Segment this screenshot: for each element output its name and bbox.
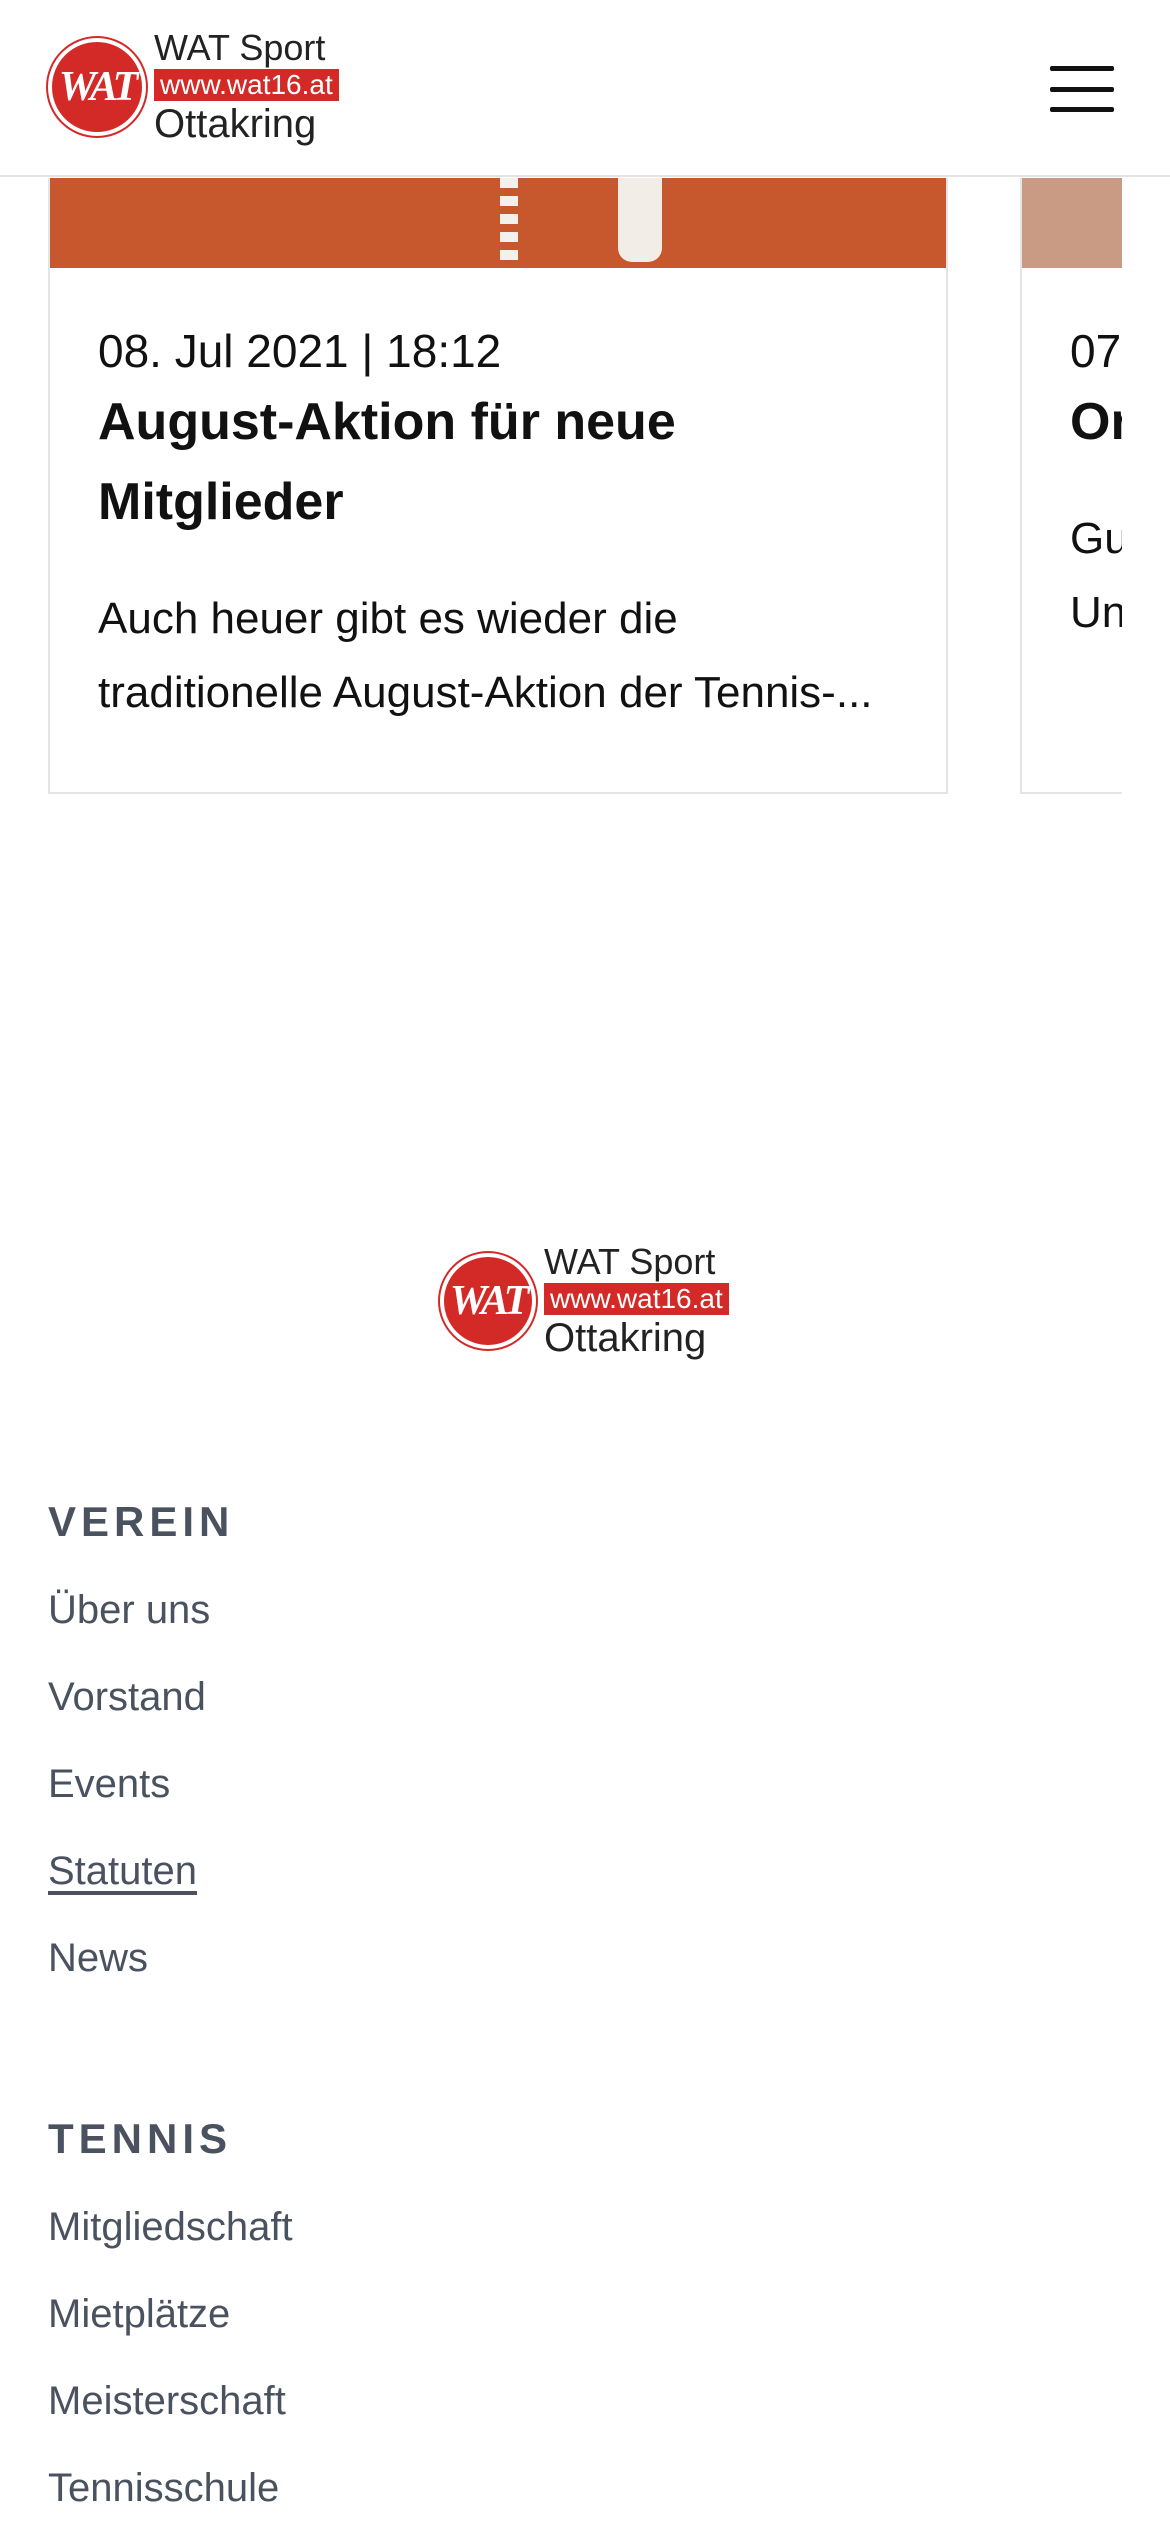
logo-url: www.wat16.at [154,69,339,101]
news-card-excerpt: Auch heuer gibt es wieder die traditione… [98,594,873,717]
logo-line-1: WAT Sport [544,1241,716,1282]
news-card-peek-clip: 07 Or Gu Un [1020,178,1122,794]
footer-link-events[interactable]: Events [48,1762,170,1807]
news-card[interactable]: 07 Or Gu Un [1020,178,1122,794]
footer-section-title-tennis: TENNIS [48,2115,233,2162]
site-logo[interactable]: WAT WAT Sport www.wat16.at Ottakring [48,30,339,144]
footer-section-title-verein: VEREIN [48,1498,235,1545]
site-header: WAT WAT Sport www.wat16.at Ottakring [0,0,1170,177]
logo-line-1: WAT Sport [154,27,326,68]
footer-logo[interactable]: WAT WAT Sport www.wat16.at Ottakring [440,1244,729,1358]
news-card-image [50,178,946,268]
news-card-date: 07 [1070,325,1122,377]
footer-link-mietplaetze[interactable]: Mietplätze [48,2292,230,2337]
news-card-excerpt: Gu Un [1070,514,1122,637]
logo-badge: WAT [48,38,146,136]
footer-link-news[interactable]: News [48,1936,148,1981]
logo-badge: WAT [440,1253,536,1349]
news-card-image [1022,178,1122,268]
footer-link-meisterschaft[interactable]: Meisterschaft [48,2379,286,2424]
footer-link-vorstand[interactable]: Vorstand [48,1675,206,1720]
footer-link-mitgliedschaft[interactable]: Mitgliedschaft [48,2205,293,2250]
logo-text: WAT Sport www.wat16.at Ottakring [154,30,339,144]
logo-line-3: Ottakring [544,1316,707,1360]
logo-text: WAT Sport www.wat16.at Ottakring [544,1244,729,1358]
logo-line-3: Ottakring [154,102,317,146]
hamburger-icon[interactable] [1050,66,1114,112]
footer-link-statuten[interactable]: Statuten [48,1849,197,1894]
footer-link-tennisschule[interactable]: Tennisschule [48,2466,279,2511]
news-card[interactable]: 08. Jul 2021 | 18:12 August-Aktion für n… [48,178,948,794]
news-card-title[interactable]: August-Aktion für neue Mitglieder [98,382,898,542]
footer-link-ueber-uns[interactable]: Über uns [48,1588,210,1633]
news-card-date: 08. Jul 2021 | 18:12 [98,325,502,377]
logo-url: www.wat16.at [544,1283,729,1315]
news-card-title[interactable]: Or [1070,382,1122,462]
